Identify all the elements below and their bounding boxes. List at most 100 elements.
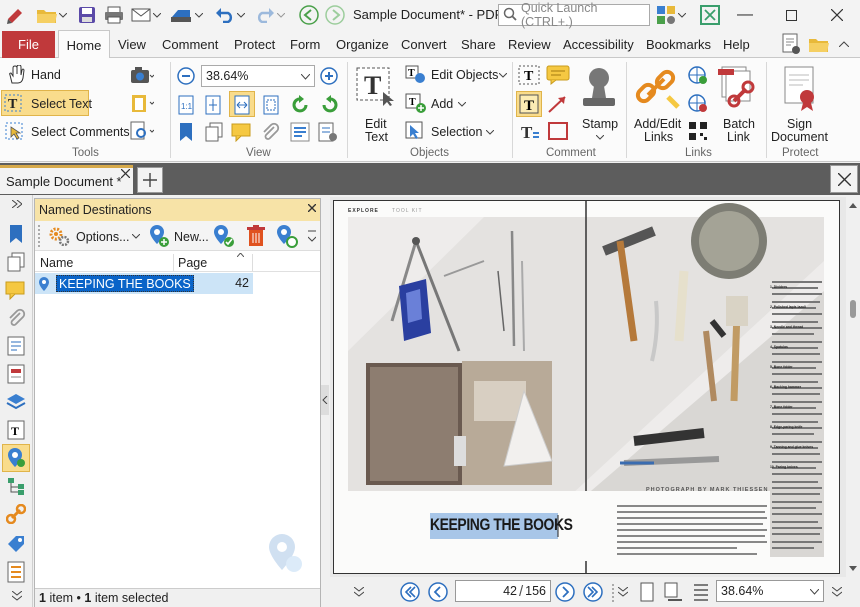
scroll-up-icon[interactable] (847, 200, 859, 210)
actual-size-icon[interactable]: 1:1 (176, 94, 196, 116)
redo-icon[interactable] (254, 4, 276, 26)
page-headline[interactable]: KEEPING THE BOOKS (430, 512, 573, 538)
sign-document-button[interactable]: Sign (787, 117, 812, 131)
save-icon[interactable] (76, 4, 98, 26)
vertical-scrollbar[interactable] (846, 197, 860, 577)
two-page-view-icon[interactable] (663, 581, 687, 603)
tab-help[interactable]: Help (723, 30, 750, 58)
selection-button[interactable]: Selection (431, 125, 482, 139)
zoom-select[interactable]: 38.64% (201, 65, 315, 87)
continuous-view-icon[interactable] (691, 581, 711, 603)
tab-accessibility[interactable]: Accessibility (563, 30, 634, 58)
qr-code-icon[interactable] (686, 120, 710, 142)
web-link-remove-icon[interactable] (686, 92, 710, 114)
maximize-button[interactable] (768, 0, 814, 30)
structure-panel-icon[interactable] (4, 474, 28, 498)
attachment-icon[interactable] (259, 121, 281, 143)
chevron-down-icon[interactable] (677, 4, 687, 26)
layers-icon[interactable] (289, 121, 311, 143)
comments-list-icon[interactable] (231, 121, 253, 143)
tab-share[interactable]: Share (461, 30, 496, 58)
add-edit-links-button[interactable]: Add/Edit (634, 117, 681, 131)
chevron-down-icon[interactable] (194, 4, 204, 26)
tab-form[interactable]: Form (290, 30, 320, 58)
chevron-down-icon[interactable] (8, 590, 26, 602)
chevron-down-icon[interactable] (152, 4, 162, 26)
refresh-destinations-icon[interactable] (274, 224, 300, 248)
first-page-button[interactable] (399, 581, 421, 603)
articles-panel-icon[interactable]: T (4, 418, 28, 442)
column-divider[interactable] (252, 254, 253, 271)
zoom-in-icon[interactable] (319, 66, 339, 86)
chevron-down-icon[interactable] (276, 4, 286, 26)
tab-view[interactable]: View (118, 30, 146, 58)
chevron-down-icon[interactable] (236, 4, 246, 26)
tab-file[interactable]: File (2, 31, 55, 58)
chevron-down-icon[interactable] (830, 584, 844, 600)
scroll-thumb[interactable] (850, 300, 856, 318)
fit-visible-icon[interactable] (261, 94, 281, 116)
arrow-icon[interactable] (546, 93, 570, 115)
bookmark-icon[interactable] (176, 121, 196, 143)
fields-panel-icon[interactable] (4, 362, 28, 386)
collapse-panel-icon[interactable] (321, 385, 329, 415)
rotate-left-icon[interactable] (290, 94, 312, 116)
collapse-ribbon-icon[interactable] (836, 36, 852, 52)
ui-options-icon[interactable] (655, 4, 677, 26)
zoom-select-bottom[interactable]: 38.64% (716, 580, 824, 602)
minimize-button[interactable]: — (722, 0, 768, 30)
chevron-down-icon[interactable] (594, 132, 606, 142)
forward-icon[interactable] (324, 4, 346, 26)
previous-page-button[interactable] (427, 581, 449, 603)
edit-text-button[interactable]: Edit (365, 117, 387, 131)
tab-home[interactable]: Home (58, 30, 110, 59)
pdf-page[interactable]: EXPLORE TOOL KIT PHOTOGRAPH BY MARK THIE… (333, 200, 840, 574)
quick-launch-input[interactable]: Quick Launch (CTRL+.) (498, 1, 650, 29)
hand-tool-button[interactable]: Hand (31, 68, 61, 82)
options-button[interactable]: Options... (76, 230, 130, 244)
column-header-name[interactable]: Name (40, 256, 73, 270)
table-row[interactable]: KEEPING THE BOOKS 42 (35, 273, 253, 294)
document-properties-icon[interactable] (780, 33, 802, 55)
next-page-button[interactable] (554, 581, 576, 603)
chevron-down-icon[interactable] (456, 97, 468, 111)
tab-bookmarks[interactable]: Bookmarks (646, 30, 711, 58)
rectangle-icon[interactable] (546, 120, 570, 142)
bookmarks-panel-icon[interactable] (4, 222, 28, 246)
sticky-note-icon[interactable] (545, 64, 571, 86)
chevron-down-icon[interactable] (484, 125, 496, 139)
close-document-button[interactable] (830, 165, 858, 193)
close-window-button[interactable] (814, 0, 860, 30)
page-number-field[interactable]: 42/156 (455, 580, 551, 602)
attachments-panel-icon[interactable] (4, 306, 28, 330)
chevron-down-icon[interactable] (58, 4, 68, 26)
scan-icon[interactable] (170, 4, 192, 26)
open-folder-icon[interactable] (36, 4, 58, 26)
close-tab-icon[interactable] (118, 166, 132, 180)
set-destination-icon[interactable] (211, 224, 237, 248)
layers-panel-icon[interactable] (4, 390, 28, 414)
app-logo-icon[interactable] (4, 4, 26, 26)
pages-icon[interactable] (203, 121, 225, 143)
tab-protect[interactable]: Protect (234, 30, 275, 58)
links-panel-icon[interactable] (4, 502, 28, 526)
batch-link-button[interactable]: Batch (723, 117, 755, 131)
delete-destination-icon[interactable] (243, 224, 269, 248)
chevron-right-icon[interactable] (8, 199, 26, 209)
select-comments-button[interactable]: Select Comments (31, 125, 130, 139)
chevron-down-icon[interactable] (616, 584, 630, 600)
print-icon[interactable] (103, 4, 125, 26)
comments-panel-icon[interactable] (4, 278, 28, 302)
toolbar-overflow-icon[interactable] (307, 227, 317, 247)
rotate-right-icon[interactable] (318, 94, 340, 116)
web-link-add-icon[interactable] (686, 64, 710, 86)
column-header-page[interactable]: Page (178, 256, 207, 270)
document-tab[interactable]: Sample Document * (0, 165, 133, 194)
email-icon[interactable] (130, 4, 152, 26)
clipboard-icon[interactable] (128, 92, 156, 114)
new-tab-button[interactable] (137, 167, 163, 193)
back-icon[interactable] (298, 4, 320, 26)
add-object-button[interactable]: Add (431, 97, 453, 111)
close-panel-icon[interactable] (306, 202, 318, 214)
scroll-down-icon[interactable] (847, 563, 859, 573)
